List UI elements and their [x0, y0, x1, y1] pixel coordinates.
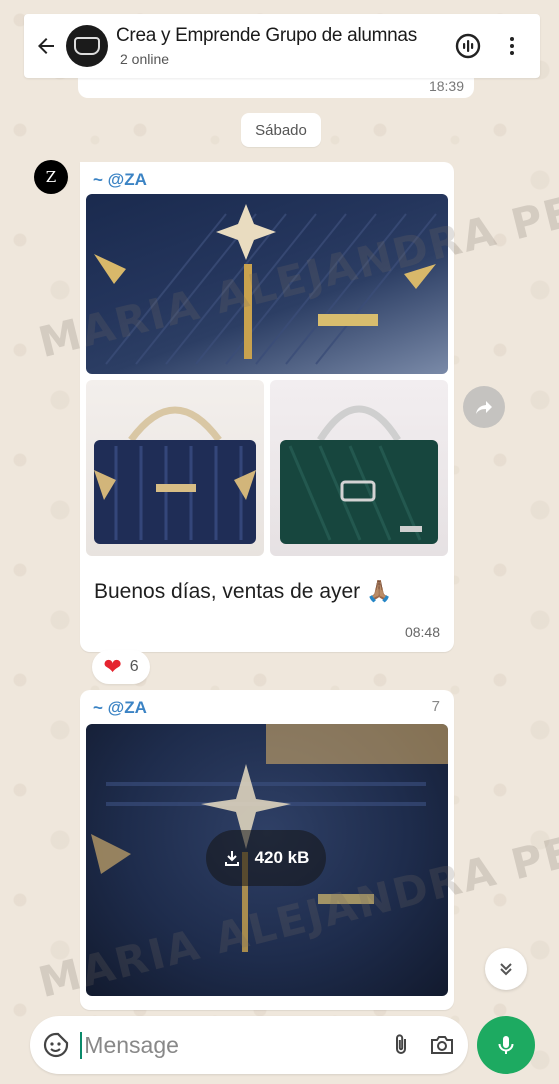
forward-icon	[476, 401, 492, 414]
sticker-button[interactable]	[32, 1019, 80, 1071]
scroll-to-bottom-button[interactable]	[485, 948, 527, 990]
date-divider: Sábado	[241, 113, 321, 147]
sender-name[interactable]: ~ @ZA	[93, 698, 147, 718]
camera-icon	[430, 1036, 453, 1054]
sender-avatar[interactable]: Z	[34, 160, 68, 194]
download-icon	[224, 851, 239, 866]
microphone-icon	[498, 1036, 514, 1054]
sticker-icon	[44, 1032, 69, 1058]
audio-wave-icon	[455, 33, 481, 59]
paperclip-icon	[395, 1034, 406, 1054]
forward-button[interactable]	[463, 386, 505, 428]
message-composer	[30, 1016, 468, 1074]
message-reaction[interactable]: ❤ 6	[92, 650, 150, 684]
chat-title-block[interactable]: Crea y Emprende Grupo de alumnas 2 onlin…	[116, 25, 446, 67]
sender-name[interactable]: ~ @ZA	[93, 170, 147, 190]
chat-title: Crea y Emprende Grupo de alumnas	[116, 25, 417, 46]
attach-button[interactable]	[380, 1023, 421, 1067]
photo-navy-handbag[interactable]	[86, 380, 264, 556]
group-avatar[interactable]	[66, 25, 108, 67]
arrow-left-icon	[38, 38, 54, 54]
online-status: 2 online	[120, 51, 170, 67]
reaction-count: 6	[129, 658, 139, 675]
chat-header: Crea y Emprende Grupo de alumnas 2 onlin…	[24, 14, 540, 78]
more-options-button[interactable]	[490, 24, 534, 68]
voice-chat-button[interactable]	[446, 24, 490, 68]
voice-message-button[interactable]	[477, 1016, 535, 1074]
message-time: 18:39	[428, 78, 464, 94]
heart-icon: ❤	[103, 654, 122, 679]
message-text: Buenos días, ventas de ayer 🙏🏽	[94, 580, 393, 603]
message-time: 08:48	[404, 624, 440, 640]
message-input[interactable]	[80, 1031, 381, 1059]
sender-phone: 7	[431, 698, 440, 715]
more-vert-icon	[510, 37, 514, 55]
back-button[interactable]	[26, 26, 66, 66]
media-size: 420 kB	[254, 848, 310, 867]
camera-button[interactable]	[421, 1023, 462, 1067]
photo-green-handbag[interactable]	[270, 380, 448, 556]
photo-handbag-closeup[interactable]	[86, 194, 448, 374]
message-bubble[interactable]: ~ @ZA Buenos días, ventas de ayer 🙏🏽 08:…	[80, 162, 454, 652]
double-chevron-down-icon	[500, 963, 512, 976]
bag-logo-icon	[74, 37, 100, 55]
download-media-button[interactable]: 420 kB	[206, 830, 326, 886]
